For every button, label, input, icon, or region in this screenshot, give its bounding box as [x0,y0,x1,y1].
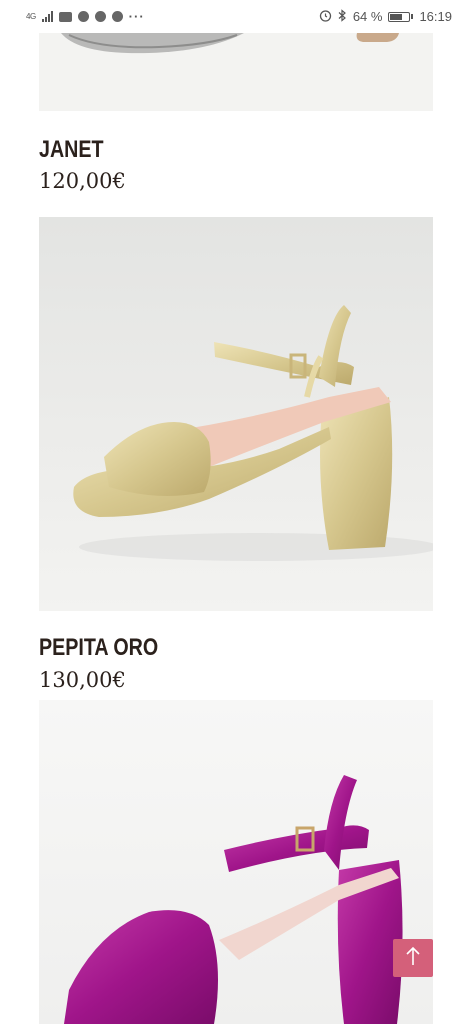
notification-icon [111,11,123,22]
bluetooth-icon [338,8,347,25]
product-price: 120,00€ [39,169,126,193]
scroll-to-top-button[interactable] [393,939,433,977]
status-bar: 4G ··· 64 % 16:19 [0,0,472,33]
product-image-pepita-oro[interactable] [39,217,433,611]
arrow-up-icon [405,945,421,972]
signal-icon [41,11,53,22]
product-image-janet[interactable] [39,33,433,111]
status-left: 4G ··· [26,9,145,24]
notification-icon [77,11,89,22]
product-image-fuchsia[interactable] [39,700,433,1024]
status-right: 64 % 16:19 [319,8,452,25]
product-price: 130,00€ [39,668,126,692]
fuchsia-sandal-image [64,775,403,1024]
battery-icon [388,11,414,22]
notification-icon [94,11,106,22]
network-type: 4G [26,12,36,21]
more-notifications-icon: ··· [128,9,145,24]
product-name[interactable]: PEPITA ORO [39,634,158,662]
product-name[interactable]: JANET [39,136,104,164]
clock: 16:19 [419,9,452,24]
message-icon [58,11,72,22]
battery-percent: 64 % [352,9,383,24]
silver-sandal-image [61,33,399,54]
gold-sandal-image [73,305,433,561]
alarm-icon [319,9,332,25]
